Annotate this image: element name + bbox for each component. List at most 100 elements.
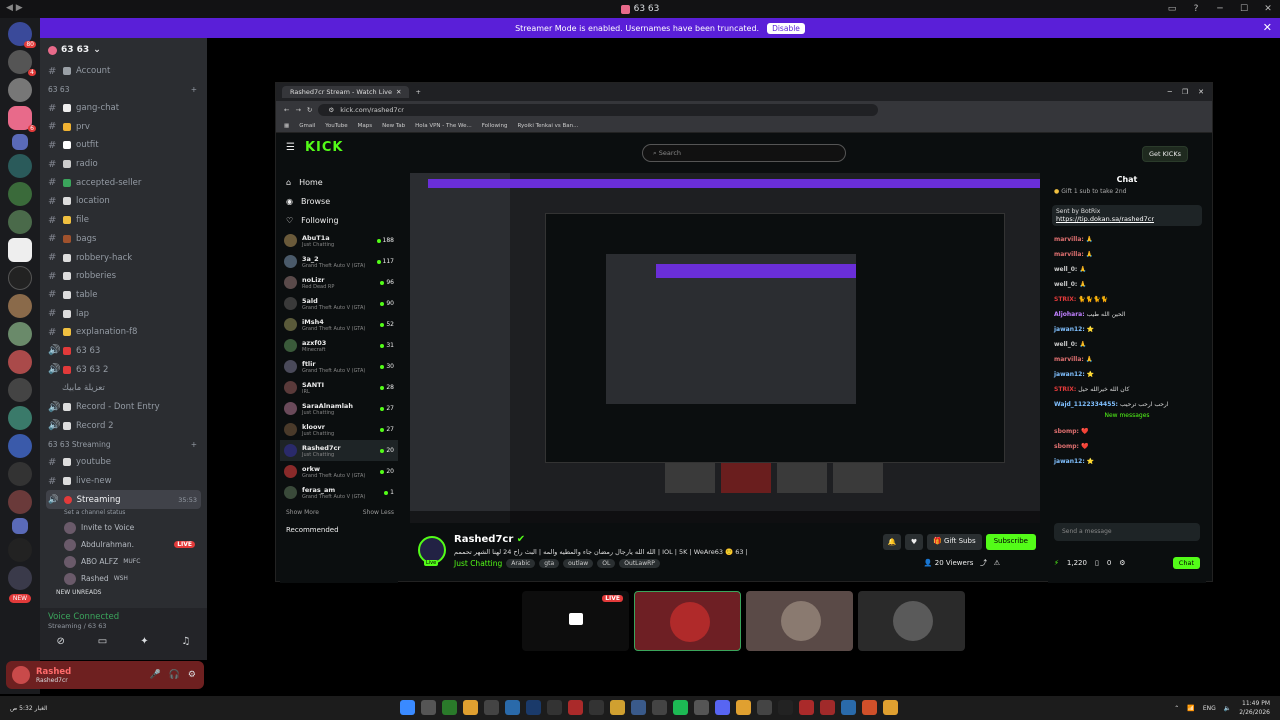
server-icon[interactable] (8, 462, 32, 486)
server-icon[interactable] (8, 566, 32, 590)
bookmark-item[interactable]: Maps (358, 123, 372, 129)
chat-username[interactable]: marvilla: (1054, 356, 1084, 363)
bookmark-item[interactable]: Ryoiki Tenkai vs Ban... (517, 123, 578, 129)
channel-item[interactable]: 🔊 63 63 2 (40, 360, 207, 379)
wifi-icon[interactable]: 📶 (1187, 705, 1194, 712)
chat-message[interactable]: jawan12: ⭐ (1048, 367, 1206, 382)
app-icon[interactable] (484, 700, 499, 715)
kick-logo[interactable]: KICK (305, 140, 344, 155)
chat-username[interactable]: Aljohara: (1054, 311, 1085, 318)
chat-message[interactable]: well_0: 🙏 (1048, 277, 1206, 292)
server-icon[interactable] (8, 154, 32, 178)
chat-username[interactable]: sbomp: (1054, 443, 1079, 450)
channel-streaming[interactable]: 🔊 Streaming 35:53 (46, 490, 201, 510)
chat-message[interactable]: sbomp: ❤️ (1048, 439, 1206, 454)
server-icon[interactable] (8, 294, 32, 318)
chat-username[interactable]: well_0: (1054, 281, 1077, 288)
participant-tile[interactable] (746, 591, 853, 651)
channel-item[interactable]: # robberies (40, 267, 207, 286)
server-icon[interactable] (8, 350, 32, 374)
report-icon[interactable]: ⚠ (994, 559, 1000, 567)
brave-icon[interactable] (862, 700, 877, 715)
weather-widget[interactable]: الغبار 5:32 ص (0, 705, 48, 712)
reload-icon[interactable]: ↻ (307, 106, 312, 114)
get-kicks-button[interactable]: Get KICKs (1141, 146, 1188, 162)
search-input[interactable]: ⌕ Search (642, 144, 846, 162)
app-icon[interactable] (652, 700, 667, 715)
voice-connected-label[interactable]: Voice Connected (40, 608, 207, 622)
chat-username[interactable]: sbomp: (1054, 428, 1079, 435)
bookmark-item[interactable]: Hola VPN - The We... (415, 123, 472, 129)
microphone-icon[interactable]: 🎤 (149, 670, 160, 680)
new-messages-divider[interactable]: New messages (1048, 412, 1206, 424)
kick-nav-home[interactable]: ⌂ Home (280, 173, 398, 192)
channel-status[interactable]: Set a channel status (40, 509, 207, 519)
followed-channel[interactable]: feras_am Grand Theft Auto V (GTA) 1 (280, 482, 398, 503)
apps-icon[interactable]: ▦ (284, 123, 289, 129)
screen-share-icon[interactable]: ▭ (98, 636, 107, 647)
chat-message[interactable]: Aljohara: الحين الله طيب (1048, 307, 1206, 322)
channel-item[interactable]: # location (40, 192, 207, 211)
chat-send-button[interactable]: Chat (1172, 557, 1200, 569)
channel-item[interactable]: # lap (40, 304, 207, 323)
gift-subs-button[interactable]: 🎁 Gift Subs (926, 534, 982, 550)
followed-channel[interactable]: orkw Grand Theft Auto V (GTA) 20 (280, 461, 398, 482)
channel-item[interactable]: # explanation-f8 (40, 323, 207, 342)
chat-username[interactable]: well_0: (1054, 266, 1077, 273)
server-icon[interactable] (8, 434, 32, 458)
followed-channel[interactable]: 5ald Grand Theft Auto V (GTA) 90 (280, 293, 398, 314)
app-icon[interactable] (883, 700, 898, 715)
voice-user[interactable]: ABO ALFZ MUFC (40, 553, 207, 570)
app-icon[interactable] (820, 700, 835, 715)
chat-username[interactable]: STRIX: (1054, 386, 1076, 393)
folder-icon[interactable] (12, 134, 28, 150)
bookmark-item[interactable]: Following (482, 123, 508, 129)
new-tab-icon[interactable]: + (415, 88, 420, 96)
inbox-icon[interactable]: ▭ (1160, 0, 1184, 18)
app-icon[interactable] (694, 700, 709, 715)
kick-nav-browse[interactable]: ◉ Browse (280, 192, 398, 211)
app-icon[interactable] (778, 700, 793, 715)
discord-icon[interactable] (715, 700, 730, 715)
stream-tag[interactable]: outlaw (563, 559, 594, 568)
server-icon[interactable] (8, 322, 32, 346)
close-banner-icon[interactable]: ✕ (1263, 21, 1272, 34)
followed-channel[interactable]: SaraAlnamlah Just Chatting 27 (280, 398, 398, 419)
channel-item[interactable]: # gang-chat (40, 99, 207, 118)
server-icon[interactable] (8, 266, 32, 290)
help-icon[interactable]: ? (1184, 0, 1208, 18)
bookmark-item[interactable]: New Tab (382, 123, 405, 129)
server-icon[interactable] (8, 378, 32, 402)
disable-streamer-mode-button[interactable]: Disable (767, 22, 805, 34)
chevron-up-icon[interactable]: ⌃ (1174, 705, 1179, 712)
followed-channel[interactable]: kloovr Just Chatting 27 (280, 419, 398, 440)
clock[interactable]: 11:49 PM 2/26/2026 (1239, 699, 1270, 717)
steam-icon[interactable] (526, 700, 541, 715)
chat-message[interactable]: well_0: 🙏 (1048, 337, 1206, 352)
browser-tab[interactable]: Rashed7cr Stream - Watch Live ✕ (282, 86, 410, 98)
file-explorer-icon[interactable] (463, 700, 478, 715)
chat-message[interactable]: well_0: 🙏 (1048, 262, 1206, 277)
close-button[interactable]: ✕ (1256, 0, 1280, 18)
chat-username[interactable]: Wajd_1122334455: (1054, 401, 1118, 408)
heart-icon[interactable]: ♥ (904, 534, 923, 550)
gear-icon[interactable]: ⚙ (188, 670, 196, 680)
add-channel-icon[interactable]: + (191, 440, 197, 449)
bookmark-item[interactable]: YouTube (325, 123, 347, 129)
server-icon[interactable] (8, 490, 32, 514)
followed-channel[interactable]: AbuT1a Just Chatting 188 (280, 230, 398, 251)
participant-tile[interactable] (858, 591, 965, 651)
chat-message[interactable]: marvilla: 🙏 (1048, 352, 1206, 367)
server-icon[interactable]: 6 (8, 106, 36, 132)
app-icon[interactable] (799, 700, 814, 715)
app-icon[interactable] (505, 700, 520, 715)
minimize-button[interactable]: ─ (1208, 0, 1232, 18)
stream-tag[interactable]: gta (539, 559, 560, 568)
kick-nav-following[interactable]: ♡ Following (280, 211, 398, 230)
avatar[interactable] (12, 666, 30, 684)
server-icon[interactable] (8, 238, 32, 262)
channel-category[interactable]: 63 63 + (40, 81, 207, 99)
maximize-button[interactable]: ☐ (1232, 0, 1256, 18)
channel-item[interactable]: # bags (40, 230, 207, 249)
chat-message[interactable]: STRIX: 🐈🐈🐈🐈 (1048, 292, 1206, 307)
